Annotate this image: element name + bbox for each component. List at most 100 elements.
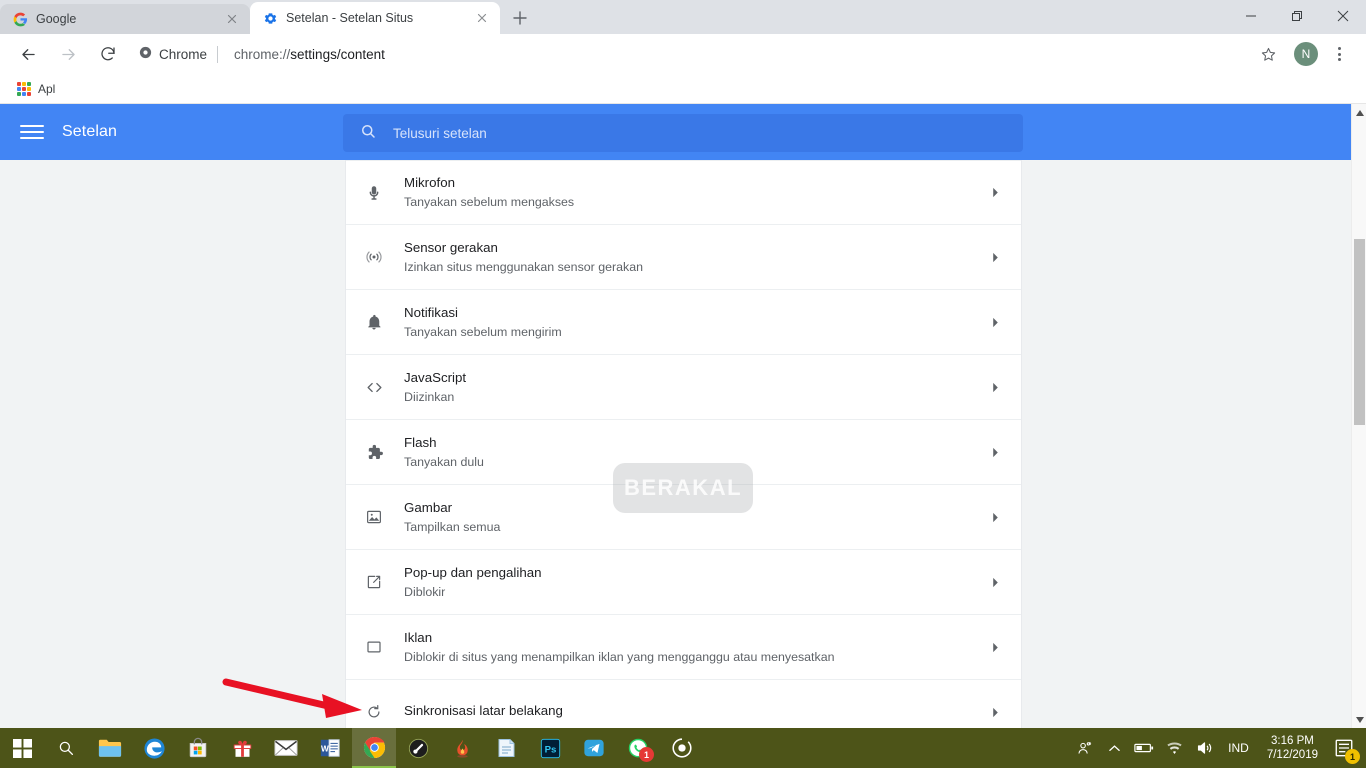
ad-box-icon — [362, 638, 386, 656]
site-identity-chip[interactable]: Chrome — [138, 45, 207, 63]
windows-taskbar: W Ps — [0, 728, 1366, 768]
wifi-icon[interactable] — [1160, 728, 1188, 768]
clock[interactable]: 3:16 PM 7/12/2019 — [1259, 734, 1326, 762]
motion-sensor-icon — [362, 248, 386, 266]
chevron-right-icon[interactable] — [985, 707, 1005, 718]
setting-subtitle: Tanyakan dulu — [404, 454, 985, 470]
close-icon[interactable] — [224, 11, 240, 27]
browser-toolbar: Chrome chrome://settings/content N — [0, 34, 1366, 74]
setting-row-notifikasi[interactable]: Notifikasi Tanyakan sebelum mengirim — [346, 290, 1021, 355]
notification-badge: 1 — [639, 747, 654, 762]
setting-row-iklan[interactable]: Iklan Diblokir di situs yang menampilkan… — [346, 615, 1021, 680]
setting-title: Flash — [404, 435, 985, 451]
forward-arrow-icon[interactable] — [53, 39, 83, 69]
gear-icon — [262, 10, 278, 26]
setting-row-popup-dan-pengalihan[interactable]: Pop-up dan pengalihan Diblokir — [346, 550, 1021, 615]
chevron-right-icon[interactable] — [985, 642, 1005, 653]
clock-date: 7/12/2019 — [1267, 748, 1318, 762]
file-explorer-icon[interactable] — [88, 728, 132, 768]
google-chrome-icon[interactable] — [352, 728, 396, 768]
restore-button[interactable] — [1274, 0, 1320, 32]
action-center-badge: 1 — [1345, 749, 1360, 764]
speaker-icon[interactable] — [1190, 728, 1218, 768]
back-arrow-icon[interactable] — [13, 39, 43, 69]
setting-title: Sinkronisasi latar belakang — [404, 703, 985, 719]
kebab-menu-icon[interactable] — [1326, 40, 1352, 68]
tab-strip: Google Setelan - Setelan Situs — [0, 0, 1366, 34]
camera-ring-app-icon[interactable] — [660, 728, 704, 768]
people-icon[interactable] — [1070, 728, 1098, 768]
browser-tab-setelan[interactable]: Setelan - Setelan Situs — [250, 2, 500, 34]
setting-subtitle: Tampilkan semua — [404, 519, 985, 535]
bell-icon — [362, 313, 386, 331]
bookmark-label: Apl — [38, 82, 55, 96]
setting-row-flash[interactable]: Flash Tanyakan dulu — [346, 420, 1021, 485]
apps-grid-icon — [17, 82, 31, 96]
gift-box-icon[interactable] — [220, 728, 264, 768]
setting-title: Gambar — [404, 500, 985, 516]
url-text: chrome://settings/content — [234, 47, 385, 62]
tab-title: Google — [36, 12, 216, 26]
setting-row-sinkronisasi-latar-belakang[interactable]: Sinkronisasi latar belakang — [346, 680, 1021, 728]
chevron-right-icon[interactable] — [985, 187, 1005, 198]
setting-row-sensor-gerakan[interactable]: Sensor gerakan Izinkan situs menggunakan… — [346, 225, 1021, 290]
flame-app-icon[interactable] — [440, 728, 484, 768]
setting-subtitle: Diizinkan — [404, 389, 985, 405]
tab-title: Setelan - Setelan Situs — [286, 11, 466, 25]
bookmarks-bar: Apl — [0, 74, 1366, 104]
battery-icon[interactable] — [1130, 728, 1158, 768]
input-language-indicator[interactable]: IND — [1220, 741, 1257, 755]
start-button[interactable] — [0, 728, 44, 768]
close-button[interactable] — [1320, 0, 1366, 32]
browser-tab-google[interactable]: Google — [0, 4, 250, 34]
setting-title: JavaScript — [404, 370, 985, 386]
page-scrollbar[interactable] — [1351, 104, 1366, 728]
setting-row-javascript[interactable]: JavaScript Diizinkan — [346, 355, 1021, 420]
search-icon — [359, 122, 377, 145]
code-brackets-icon — [362, 378, 386, 397]
system-tray: IND 3:16 PM 7/12/2019 1 — [1070, 728, 1366, 768]
microsoft-store-icon[interactable] — [176, 728, 220, 768]
scroll-up-icon[interactable] — [1352, 104, 1366, 121]
setting-subtitle: Tanyakan sebelum mengirim — [404, 324, 985, 340]
hamburger-icon[interactable] — [20, 120, 44, 144]
chevron-right-icon[interactable] — [985, 252, 1005, 263]
search-input[interactable]: Telusuri setelan — [393, 126, 487, 141]
mail-envelope-icon[interactable] — [264, 728, 308, 768]
close-icon[interactable] — [474, 10, 490, 26]
reload-icon[interactable] — [93, 39, 123, 69]
star-icon[interactable] — [1254, 40, 1282, 68]
new-tab-button[interactable] — [506, 4, 534, 32]
page-title: Setelan — [62, 123, 117, 141]
chevron-right-icon[interactable] — [985, 512, 1005, 523]
clock-time: 3:16 PM — [1267, 734, 1318, 748]
search-button[interactable] — [44, 728, 88, 768]
chevron-right-icon[interactable] — [985, 447, 1005, 458]
setting-row-mikrofon[interactable]: Mikrofon Tanyakan sebelum mengakses — [346, 160, 1021, 225]
puzzle-piece-icon — [362, 443, 386, 462]
chevron-up-icon[interactable] — [1100, 728, 1128, 768]
bookmark-item-apl[interactable]: Apl — [10, 79, 62, 99]
chevron-right-icon[interactable] — [985, 382, 1005, 393]
chevron-right-icon[interactable] — [985, 577, 1005, 588]
adobe-photoshop-icon[interactable]: Ps — [528, 728, 572, 768]
scrollbar-thumb[interactable] — [1354, 239, 1365, 425]
omnibox-divider — [217, 46, 218, 63]
avatar[interactable]: N — [1294, 42, 1318, 66]
setting-title: Pop-up dan pengalihan — [404, 565, 985, 581]
setting-row-gambar[interactable]: Gambar Tampilkan semua — [346, 485, 1021, 550]
notes-app-icon[interactable] — [484, 728, 528, 768]
whatsapp-icon[interactable]: 1 — [616, 728, 660, 768]
setting-title: Iklan — [404, 630, 985, 646]
scroll-down-icon[interactable] — [1352, 711, 1366, 728]
action-center-icon[interactable]: 1 — [1328, 728, 1360, 768]
media-player-icon[interactable] — [396, 728, 440, 768]
microsoft-word-icon[interactable]: W — [308, 728, 352, 768]
search-settings-box[interactable]: Telusuri setelan — [343, 114, 1023, 152]
telegram-icon[interactable] — [572, 728, 616, 768]
microsoft-edge-icon[interactable] — [132, 728, 176, 768]
sync-refresh-icon — [362, 703, 386, 721]
chevron-right-icon[interactable] — [985, 317, 1005, 328]
minimize-button[interactable] — [1228, 0, 1274, 32]
address-bar[interactable]: Chrome chrome://settings/content — [138, 40, 1246, 68]
